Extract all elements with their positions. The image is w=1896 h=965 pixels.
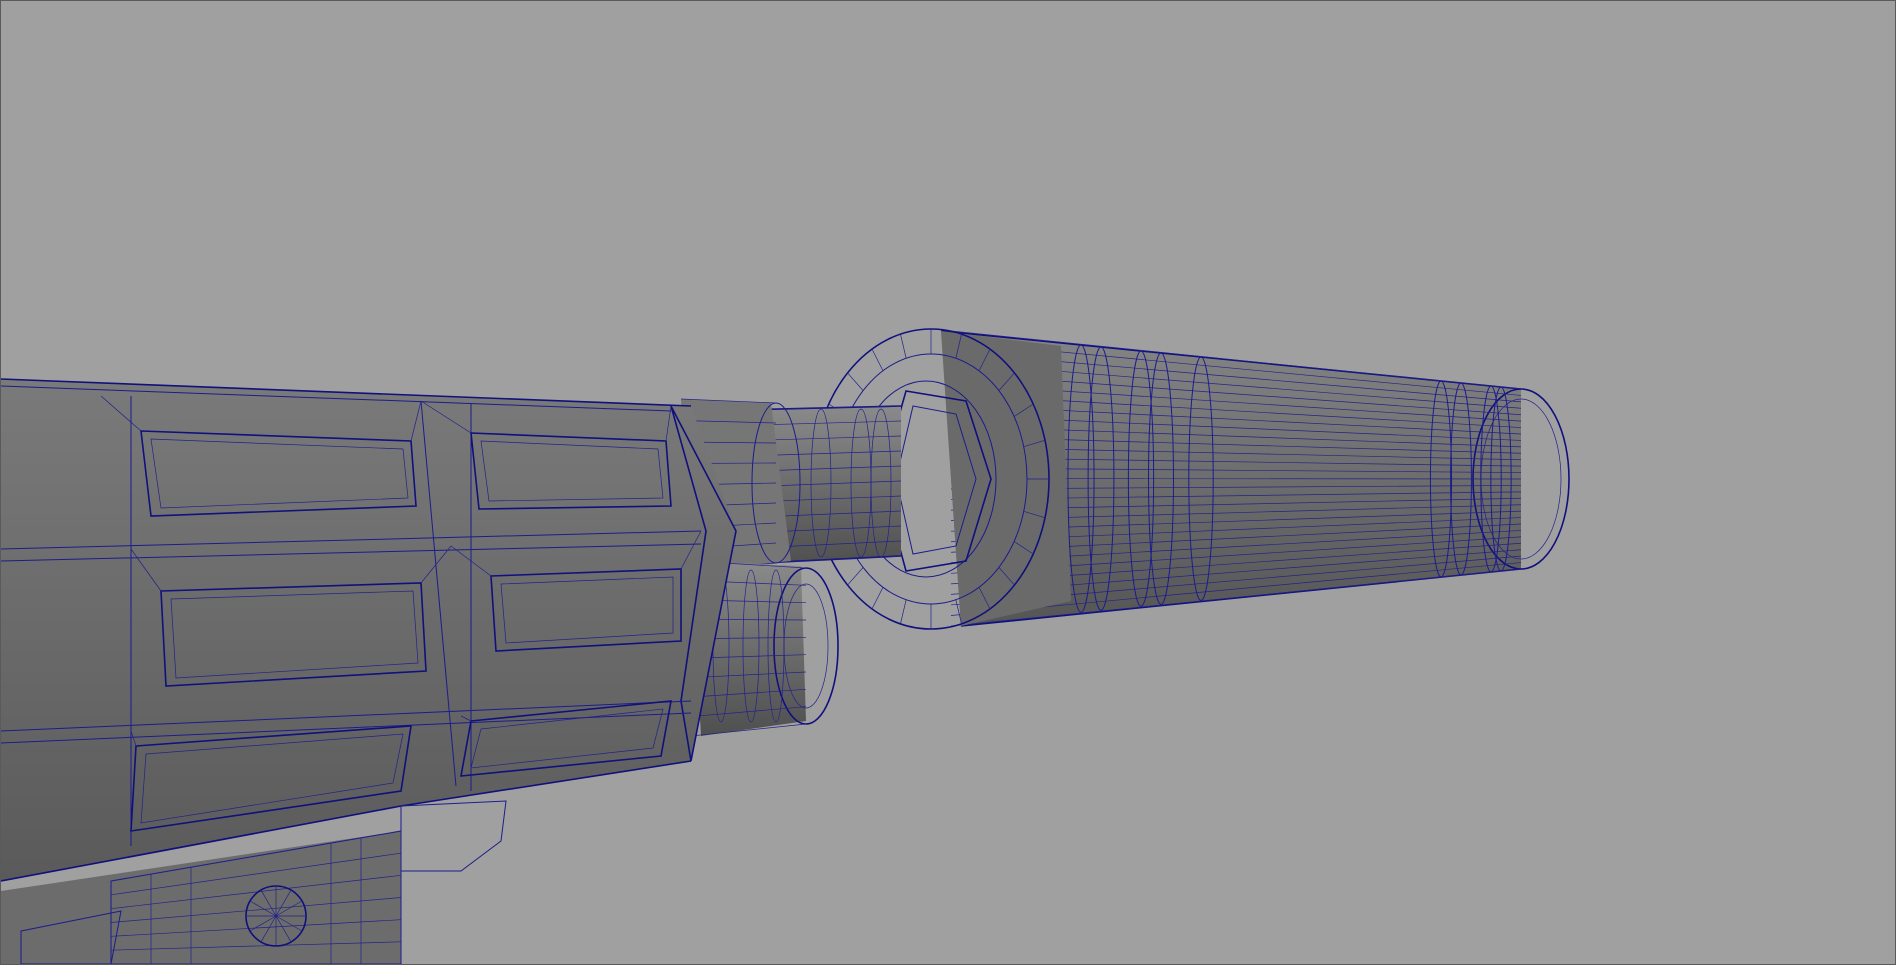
adapter-spoke bbox=[900, 599, 907, 624]
handguard-mesh[interactable] bbox=[1, 378, 737, 882]
scene-render[interactable] bbox=[1, 1, 1895, 964]
adapter-spoke bbox=[847, 372, 864, 391]
adapter-spoke bbox=[900, 334, 907, 359]
adapter-spoke bbox=[871, 348, 884, 371]
adapter-spoke bbox=[871, 587, 884, 610]
adapter-spoke bbox=[847, 567, 864, 586]
3d-viewport[interactable] bbox=[0, 0, 1896, 965]
